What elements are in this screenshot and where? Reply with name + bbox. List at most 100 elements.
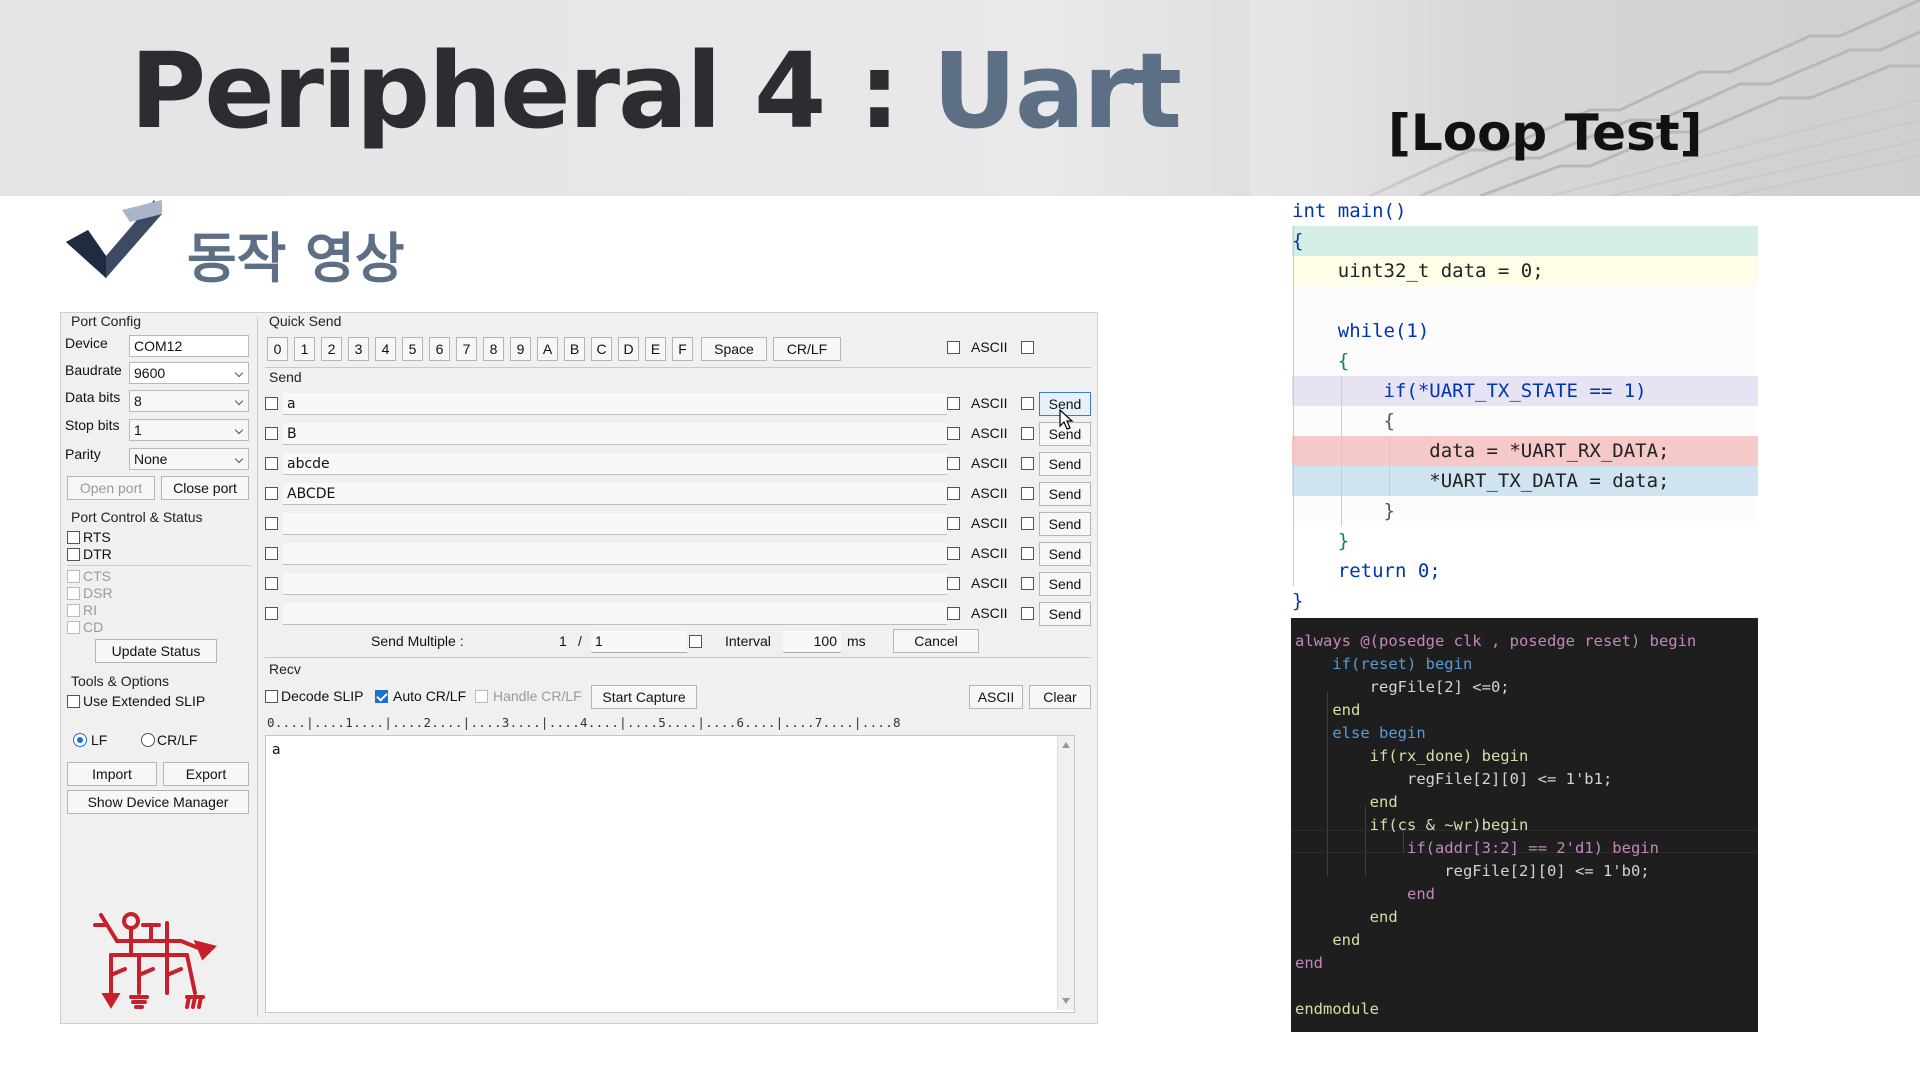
send-row-input[interactable]: a xyxy=(283,393,947,415)
quick-send-key-d[interactable]: D xyxy=(618,337,639,361)
lf-label: LF xyxy=(91,732,108,748)
send-row-ascii-checkbox[interactable] xyxy=(947,487,960,500)
quick-send-space-button[interactable]: Space xyxy=(701,337,767,361)
baudrate-select[interactable]: 9600 xyxy=(129,362,249,384)
quick-send-key-e[interactable]: E xyxy=(645,337,666,361)
stopbits-select[interactable]: 1 xyxy=(129,419,249,441)
send-row-ascii-checkbox[interactable] xyxy=(947,547,960,560)
code-line: end xyxy=(1295,793,1398,811)
send-row-input[interactable] xyxy=(283,513,947,535)
quick-send-key-0[interactable]: 0 xyxy=(267,337,288,361)
send-row-extra-checkbox[interactable] xyxy=(1021,397,1034,410)
send-button[interactable]: Send xyxy=(1039,602,1091,626)
clear-button[interactable]: Clear xyxy=(1029,685,1091,709)
cancel-button[interactable]: Cancel xyxy=(893,629,979,653)
quick-send-key-9[interactable]: 9 xyxy=(510,337,531,361)
receive-output-area[interactable]: a xyxy=(265,735,1075,1013)
quick-send-key-8[interactable]: 8 xyxy=(483,337,504,361)
send-row-input[interactable] xyxy=(283,603,947,625)
quick-send-key-c[interactable]: C xyxy=(591,337,612,361)
send-button[interactable]: Send xyxy=(1039,542,1091,566)
send-row-ascii-checkbox[interactable] xyxy=(947,577,960,590)
title-main: Peripheral 4 : xyxy=(130,30,933,152)
quick-send-key-5[interactable]: 5 xyxy=(402,337,423,361)
quick-send-key-2[interactable]: 2 xyxy=(321,337,342,361)
send-button[interactable]: Send xyxy=(1039,572,1091,596)
column-ruler: 0....|....1....|....2....|....3....|....… xyxy=(267,715,901,730)
send-row-extra-checkbox[interactable] xyxy=(1021,427,1034,440)
quick-send-key-f[interactable]: F xyxy=(672,337,693,361)
send-row-extra-checkbox[interactable] xyxy=(1021,517,1034,530)
quick-send-crlf-button[interactable]: CR/LF xyxy=(773,337,841,361)
send-row-extra-checkbox[interactable] xyxy=(1021,607,1034,620)
send-button[interactable]: Send xyxy=(1039,512,1091,536)
send-row-extra-checkbox[interactable] xyxy=(1021,547,1034,560)
code-line: if(reset) begin xyxy=(1295,655,1473,673)
send-row-checkbox[interactable] xyxy=(265,547,278,560)
decode-slip-checkbox[interactable] xyxy=(265,690,278,703)
lf-radio[interactable] xyxy=(73,733,87,747)
send-row-input[interactable] xyxy=(283,543,947,565)
status-divider xyxy=(67,565,251,566)
send-row-checkbox[interactable] xyxy=(265,487,278,500)
quick-send-key-a[interactable]: A xyxy=(537,337,558,361)
extended-slip-checkbox[interactable] xyxy=(67,695,80,708)
auto-crlf-checkbox[interactable] xyxy=(375,690,388,703)
send-row-ascii-checkbox[interactable] xyxy=(947,397,960,410)
quick-send-key-4[interactable]: 4 xyxy=(375,337,396,361)
send-row-checkbox[interactable] xyxy=(265,397,278,410)
quick-send-key-b[interactable]: B xyxy=(564,337,585,361)
send-multiple-checkbox[interactable] xyxy=(689,635,702,648)
send-row-checkbox[interactable] xyxy=(265,457,278,470)
interval-input[interactable]: 100 xyxy=(783,631,841,653)
send-button[interactable]: Send xyxy=(1039,482,1091,506)
send-button[interactable]: Send xyxy=(1039,452,1091,476)
column-divider xyxy=(257,317,258,1017)
code-line: if(*UART_TX_STATE == 1) xyxy=(1292,380,1647,402)
send-row-input[interactable]: B xyxy=(283,423,947,445)
send-row-checkbox[interactable] xyxy=(265,427,278,440)
dsr-checkbox xyxy=(67,587,80,600)
quick-send-key-1[interactable]: 1 xyxy=(294,337,315,361)
code-line: if(cs & ~wr)begin xyxy=(1295,816,1529,834)
databits-select[interactable]: 8 xyxy=(129,390,249,412)
send-row-checkbox[interactable] xyxy=(265,577,278,590)
quick-send-ascii-label: ASCII xyxy=(971,339,1008,355)
update-status-button[interactable]: Update Status xyxy=(95,639,217,663)
quick-send-ascii-checkbox[interactable] xyxy=(947,341,960,354)
send-row-extra-checkbox[interactable] xyxy=(1021,487,1034,500)
send-row-ascii-checkbox[interactable] xyxy=(947,427,960,440)
device-manager-button[interactable]: Show Device Manager xyxy=(67,790,249,814)
send-row-ascii-checkbox[interactable] xyxy=(947,517,960,530)
send-multiple-count: 1 xyxy=(559,633,567,649)
send-row-extra-checkbox[interactable] xyxy=(1021,577,1034,590)
export-button[interactable]: Export xyxy=(163,762,249,786)
send-row-checkbox[interactable] xyxy=(265,607,278,620)
crlf-radio[interactable] xyxy=(141,733,155,747)
scroll-down-icon[interactable] xyxy=(1062,998,1070,1004)
close-port-button[interactable]: Close port xyxy=(161,476,249,500)
send-row-extra-checkbox[interactable] xyxy=(1021,457,1034,470)
start-capture-button[interactable]: Start Capture xyxy=(591,685,697,709)
recv-scrollbar[interactable] xyxy=(1057,736,1074,1010)
parity-select[interactable]: None xyxy=(129,448,249,470)
send-row-input[interactable]: abcde xyxy=(283,453,947,475)
import-button[interactable]: Import xyxy=(67,762,157,786)
recv-ascii-button[interactable]: ASCII xyxy=(969,685,1023,709)
quick-send-key-6[interactable]: 6 xyxy=(429,337,450,361)
rts-checkbox[interactable] xyxy=(67,531,80,544)
send-multiple-input[interactable]: 1 xyxy=(591,631,687,653)
quick-send-key-7[interactable]: 7 xyxy=(456,337,477,361)
send-row-ascii-checkbox[interactable] xyxy=(947,607,960,620)
send-row-input[interactable] xyxy=(283,573,947,595)
send-row-input[interactable]: ABCDE xyxy=(283,483,947,505)
quick-send-key-3[interactable]: 3 xyxy=(348,337,369,361)
scroll-up-icon[interactable] xyxy=(1062,742,1070,748)
quick-send-extra-checkbox[interactable] xyxy=(1021,341,1034,354)
send-row-ascii-checkbox[interactable] xyxy=(947,457,960,470)
open-port-button[interactable]: Open port xyxy=(67,476,155,500)
send-row-checkbox[interactable] xyxy=(265,517,278,530)
device-field[interactable]: COM12 xyxy=(129,335,249,357)
dtr-checkbox[interactable] xyxy=(67,548,80,561)
